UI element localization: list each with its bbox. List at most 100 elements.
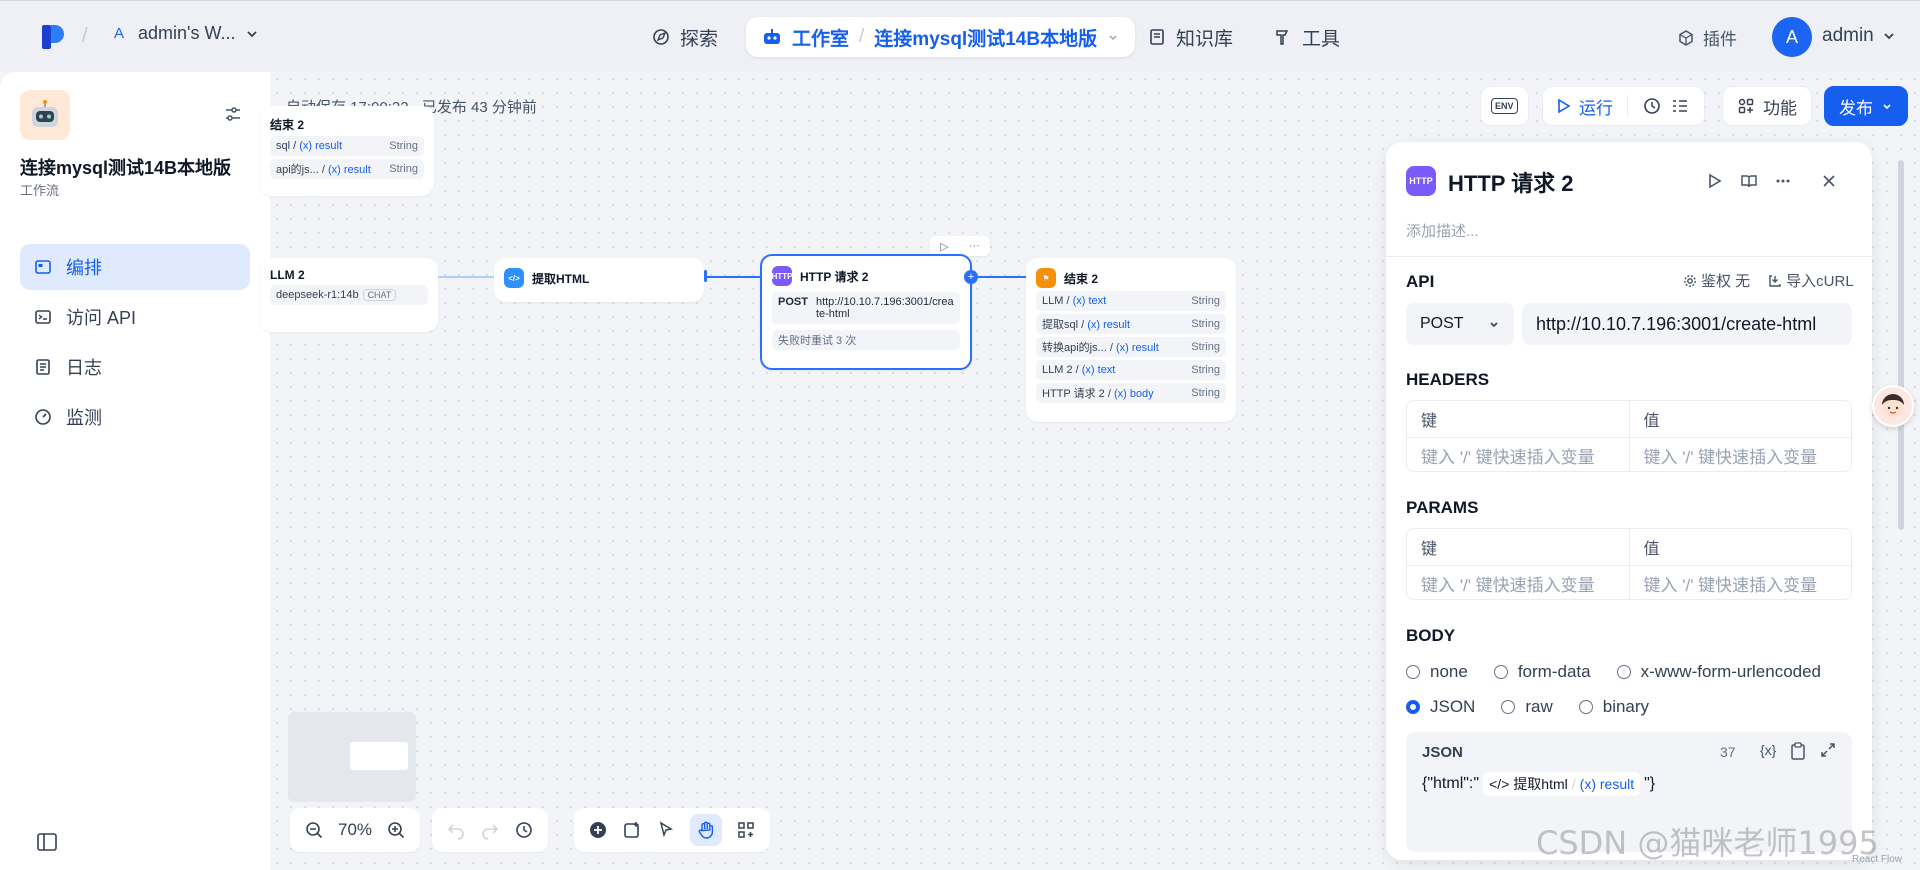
pointer-icon[interactable]	[656, 820, 676, 840]
variable-pill: </> 提取html / (x) result	[1483, 772, 1641, 796]
body-radio-urlencoded[interactable]: x-www-form-urlencoded	[1616, 662, 1821, 682]
panel-scrollbar[interactable]	[1898, 160, 1904, 530]
gear-icon	[1684, 274, 1696, 287]
node-quick-actions[interactable]: ▷ ···	[930, 236, 990, 256]
header-key-input[interactable]: 键入 '/' 键快速插入变量	[1407, 438, 1629, 471]
body-radio-binary[interactable]: binary	[1578, 697, 1649, 717]
app-logo[interactable]	[40, 23, 66, 51]
llm-node[interactable]: LLM 2 deepseek-r1:14b CHAT	[260, 258, 438, 332]
book-icon	[1150, 29, 1164, 45]
panel-title[interactable]: HTTP 请求 2	[1448, 166, 1574, 198]
sidebar-item-label: 监测	[66, 408, 102, 428]
book-open-icon[interactable]	[1740, 172, 1758, 190]
zoom-level[interactable]: 70%	[338, 820, 372, 840]
close-icon[interactable]	[1820, 172, 1838, 190]
import-curl-button[interactable]: 导入cURL	[1768, 270, 1854, 291]
json-content[interactable]: {"html":" </> 提取html / (x) result "}	[1422, 772, 1655, 796]
gauge-icon	[35, 409, 51, 425]
chevron-down-icon	[247, 30, 258, 37]
header-value-input[interactable]: 键入 '/' 键快速插入变量	[1628, 438, 1852, 471]
auth-button[interactable]: 鉴权 无	[1683, 270, 1750, 291]
react-flow-attribution: React Flow	[1852, 854, 1903, 865]
method-select[interactable]: POST	[1406, 303, 1514, 345]
end-node-top[interactable]: 结束 2 sql / (x) result String api的js... / …	[260, 106, 434, 196]
nav-knowledge[interactable]: 知识库	[1148, 17, 1233, 57]
env-button[interactable]: ENV	[1480, 86, 1529, 126]
body-type-row-2: JSON raw binary	[1406, 697, 1649, 717]
value-header: 值	[1628, 401, 1852, 437]
nav-explore[interactable]: 探索	[652, 17, 718, 57]
zoom-out-icon[interactable]	[304, 820, 324, 840]
chevron-down-icon	[1109, 35, 1117, 41]
terminal-icon	[35, 310, 51, 324]
node-output-row: 提取sql / (x) result String	[1036, 314, 1226, 334]
nav-tools[interactable]: 工具	[1274, 17, 1340, 57]
plugin-button[interactable]: 插件	[1677, 25, 1737, 50]
minimap[interactable]	[288, 712, 416, 802]
sidebar-item-label: 编排	[66, 258, 102, 278]
user-menu[interactable]: admin	[1822, 25, 1896, 47]
chevron-down-icon	[1883, 104, 1891, 110]
sidebar-item-monitor[interactable]: 监测	[20, 394, 250, 440]
publish-button[interactable]: 发布	[1824, 86, 1908, 126]
checklist-icon[interactable]	[1670, 96, 1690, 116]
request-summary: POST http://10.10.7.196:3001/create-html	[772, 292, 960, 324]
nav-studio[interactable]: 工作室 / 连接mysql测试14B本地版	[746, 17, 1136, 57]
run-label: 运行	[1579, 98, 1613, 118]
hand-tool-button[interactable]	[690, 814, 722, 846]
sidebar-item-api[interactable]: 访问 API	[20, 294, 250, 340]
retry-info: 失败时重试 3 次	[772, 330, 960, 350]
separator: /	[859, 26, 865, 47]
add-node-icon[interactable]	[588, 820, 608, 840]
import-icon	[1769, 274, 1781, 287]
insert-variable-icon[interactable]: {x}	[1760, 742, 1776, 760]
sidebar-item-orchestrate[interactable]: 编排	[20, 244, 250, 290]
key-header: 键	[1421, 413, 1438, 430]
description-input[interactable]: 添加描述...	[1406, 220, 1479, 241]
body-label: BODY	[1406, 626, 1456, 645]
redo-icon[interactable]	[480, 820, 500, 840]
zoom-in-icon[interactable]	[386, 820, 406, 840]
more-icon[interactable]	[1774, 172, 1792, 190]
api-label: API	[1406, 272, 1435, 291]
add-note-icon[interactable]	[622, 820, 642, 840]
extract-html-node[interactable]: </> 提取HTML	[494, 258, 704, 302]
layout-icon	[35, 260, 51, 274]
clipboard-icon[interactable]	[1790, 742, 1806, 760]
layout-grid-icon[interactable]	[736, 820, 756, 840]
url-input[interactable]: http://10.10.7.196:3001/create-html	[1522, 303, 1852, 345]
version-history-icon[interactable]	[514, 820, 534, 840]
param-value-input[interactable]: 键入 '/' 键快速插入变量	[1628, 566, 1852, 599]
divider	[1386, 256, 1872, 257]
body-radio-form-data[interactable]: form-data	[1493, 662, 1591, 682]
body-radio-json[interactable]: JSON	[1406, 697, 1475, 717]
param-key-input[interactable]: 键入 '/' 键快速插入变量	[1407, 566, 1629, 599]
char-count: 37	[1720, 744, 1736, 760]
node-header: ⚑ 结束 2	[1026, 258, 1236, 288]
output-port[interactable]	[704, 270, 707, 282]
more-icon[interactable]: ···	[969, 240, 980, 252]
code-icon: </>	[504, 268, 524, 288]
play-icon[interactable]: ▷	[940, 240, 948, 253]
undo-icon[interactable]	[446, 820, 466, 840]
sidebar-item-logs[interactable]: 日志	[20, 344, 250, 390]
end-node[interactable]: ⚑ 结束 2 LLM / (x) text String 提取sql / (x) …	[1026, 258, 1236, 422]
body-radio-none[interactable]: none	[1406, 662, 1468, 682]
node-header: 结束 2	[260, 106, 434, 133]
add-node-icon[interactable]: +	[964, 270, 978, 284]
history-icon[interactable]	[1642, 96, 1662, 116]
workspace-switcher[interactable]: A admin's W...	[110, 23, 259, 44]
sidebar-toggle-icon[interactable]	[36, 832, 58, 852]
features-button[interactable]: 功能	[1722, 86, 1812, 126]
run-toolbar[interactable]: 运行	[1542, 86, 1705, 126]
avatar[interactable]: A	[1772, 17, 1812, 57]
http-request-node[interactable]: HTTP HTTP 请求 2 POST http://10.10.7.196:30…	[760, 254, 972, 370]
app-breadcrumb[interactable]: 连接mysql测试14B本地版	[874, 24, 1097, 51]
settings-sliders-icon[interactable]	[223, 104, 243, 124]
sidebar-menu: 编排 访问 API 日志 监测	[20, 244, 250, 444]
node-header: LLM 2	[260, 258, 438, 282]
play-icon[interactable]	[1706, 172, 1724, 190]
expand-icon[interactable]	[1820, 742, 1836, 758]
assistant-avatar[interactable]	[1872, 385, 1914, 427]
body-radio-raw[interactable]: raw	[1501, 697, 1553, 717]
